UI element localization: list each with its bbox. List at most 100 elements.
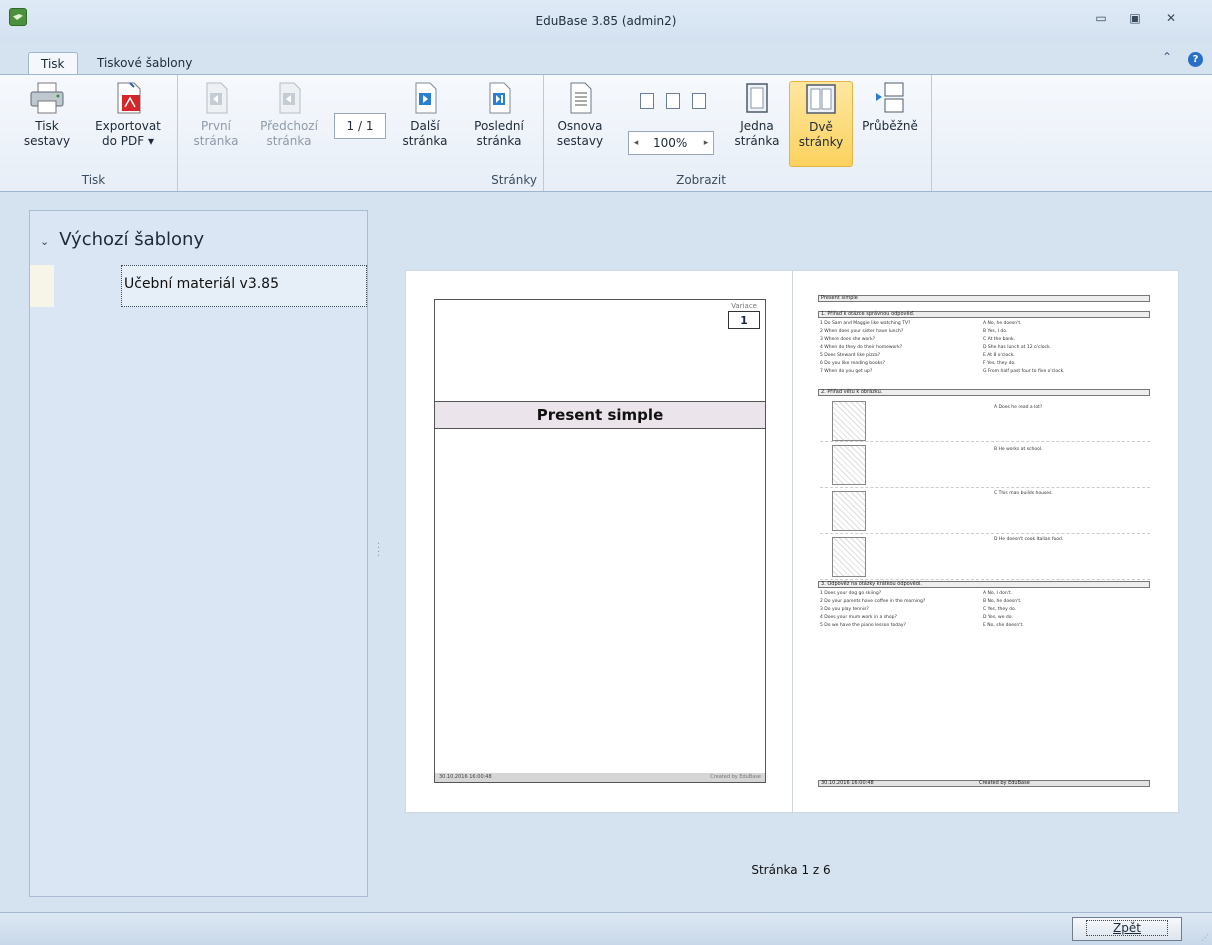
list-item: D Yes, we do. — [983, 615, 1013, 620]
first-page-label-2: stránka — [193, 134, 239, 148]
report-title: Present simple — [435, 401, 765, 429]
page-counter: Stránka 1 z 6 — [751, 863, 831, 877]
list-item: A Does he read a lot? — [994, 405, 1043, 410]
tree-group-header[interactable]: ⌄ Výchozí šablony — [40, 229, 204, 250]
print-report-label-2: sestavy — [23, 134, 71, 148]
exercise-image — [832, 491, 866, 531]
zoom-value: 100% — [653, 136, 688, 150]
previous-page-label-2: stránka — [266, 134, 312, 148]
tree-gutter — [30, 265, 54, 307]
list-item: B He works at school. — [994, 447, 1043, 452]
list-item: 1 Do Sam and Maggie like watching TV? — [820, 321, 911, 326]
export-pdf-label-1: Exportovat — [95, 119, 161, 133]
window-title: EduBase 3.85 (admin2) — [535, 14, 677, 28]
one-page-label-1: Jedna — [740, 119, 774, 133]
last-page-label-2: stránka — [476, 134, 522, 148]
tree-group-label: Výchozí šablony — [59, 229, 205, 250]
list-item: 6 Do you like reading books? — [820, 361, 886, 366]
help-icon[interactable]: ? — [1188, 52, 1203, 67]
outline-label-2: sestavy — [556, 134, 604, 148]
next-page-icon — [415, 82, 437, 114]
tab-tisk[interactable]: Tisk — [28, 52, 78, 75]
page1-footer: 30.10.2016 16:00:48 Created by EduBase — [435, 773, 765, 782]
page2-section-1: 1. Přiřaď k otázce správnou odpověď. — [818, 311, 1150, 318]
last-page-button[interactable]: Poslední stránka — [466, 81, 532, 157]
group-view: Osnova sestavy ◂ 100% ▸ Jedna stránka Dv — [544, 75, 932, 191]
group-view-label: Zobrazit — [676, 173, 726, 187]
maximize-icon[interactable]: ▣ — [1122, 8, 1148, 28]
page1-footer-date: 30.10.2016 16:00:48 — [439, 774, 492, 780]
two-pages-button[interactable]: Dvě stránky — [789, 81, 853, 167]
one-page-button[interactable]: Jedna stránka — [730, 81, 784, 157]
two-pages-label-2: stránky — [798, 135, 844, 149]
page2-footer-date: 30.10.2016 16:00:48 — [821, 780, 874, 786]
next-page-label-1: Další — [410, 119, 440, 133]
page2-footer: 30.10.2016 16:00:48 Created by EduBase — [818, 780, 1150, 787]
list-item: C At the bank. — [983, 337, 1016, 342]
continuous-label-1: Průběžně — [862, 119, 918, 133]
next-page-label-2: stránka — [402, 134, 448, 148]
zoom-page-width-icon[interactable] — [666, 93, 680, 109]
list-item: 5 Do we have the piano lesson today? — [820, 623, 906, 628]
zoom-increase-icon[interactable]: ▸ — [699, 132, 713, 154]
export-pdf-label-2: do PDF ▾ — [102, 134, 154, 148]
row-separator — [820, 441, 1150, 442]
list-item: 4 Does your mum work in a shop? — [820, 615, 897, 620]
print-report-label-1: Tisk — [35, 119, 59, 133]
list-item: E No, she doesn't. — [983, 623, 1024, 628]
group-pages-label: Stránky — [491, 173, 537, 187]
zoom-whole-page-icon[interactable] — [640, 93, 654, 109]
report-outline-button[interactable]: Osnova sestavy — [554, 81, 606, 157]
previous-page-label-1: Předchozí — [260, 119, 318, 133]
print-report-button[interactable]: Tisk sestavy — [18, 81, 76, 157]
minimize-icon[interactable]: ▭ — [1088, 8, 1114, 28]
chevron-down-icon[interactable]: ⌄ — [40, 235, 49, 248]
list-item: F Yes, they do. — [983, 361, 1016, 366]
panel-splitter-handle[interactable]: · · · · — [377, 540, 380, 562]
close-icon[interactable]: ✕ — [1158, 8, 1184, 28]
list-item: B No, he doesn't. — [983, 599, 1022, 604]
ribbon: Tisk sestavy Exportovat do PDF ▾ Tisk Pr… — [0, 74, 1212, 192]
group-print-label: Tisk — [81, 173, 106, 187]
previous-page-button[interactable]: Předchozí stránka — [254, 81, 324, 157]
back-button[interactable]: Zpět — [1072, 917, 1182, 941]
page-divider — [792, 271, 793, 814]
resize-grip-icon[interactable]: ⋰ — [1201, 933, 1209, 942]
tab-tiskove-sablony[interactable]: Tiskové šablony — [85, 52, 204, 75]
page2-section-3: 3. Odpověz na otázky krátkou odpovědí. — [818, 581, 1150, 588]
continuous-button[interactable]: Průběžně — [856, 81, 924, 157]
list-item: D She has lunch at 12 o'clock. — [983, 345, 1051, 350]
zoom-stepper[interactable]: ◂ 100% ▸ — [628, 131, 714, 155]
list-item: 3 Do you play tennis? — [820, 607, 869, 612]
collapse-ribbon-icon[interactable]: ⌃ — [1162, 50, 1172, 64]
continuous-scroll-icon — [876, 82, 904, 113]
variant-label: Variace — [731, 302, 757, 310]
exercise-image — [832, 537, 866, 577]
page2-footer-credit: Created by EduBase — [979, 780, 1030, 786]
next-page-button[interactable]: Další stránka — [400, 81, 450, 157]
list-item: 1 Does your dog go skiing? — [820, 591, 882, 596]
group-pages: První stránka Předchozí stránka 1 / 1 Da… — [178, 75, 544, 191]
zoom-100-icon[interactable] — [692, 93, 706, 109]
page-indicator-input[interactable]: 1 / 1 — [334, 113, 386, 139]
tree-item-template[interactable]: Učební materiál v3.85 — [121, 265, 367, 307]
list-item: E At 8 o'clock. — [983, 353, 1015, 358]
list-item: 3 Where does she work? — [820, 337, 876, 342]
bottom-bar: Zpět ⋰ — [0, 912, 1212, 945]
one-page-label-2: stránka — [734, 134, 780, 148]
list-item: 2 Do your parents have coffee in the mor… — [820, 599, 926, 604]
list-item: D He doesn't cook Italian food. — [994, 537, 1064, 542]
list-item: A No, I don't. — [983, 591, 1013, 596]
page1-footer-credit: Created by EduBase — [710, 774, 761, 780]
list-item: 2 When does your sister have lunch? — [820, 329, 904, 334]
list-item: A No, he doesn't. — [983, 321, 1022, 326]
pdf-icon — [117, 82, 141, 114]
export-pdf-button[interactable]: Exportovat do PDF ▾ — [86, 81, 170, 157]
report-preview[interactable]: Variace 1 Present simple 30.10.2016 16:0… — [405, 270, 1179, 814]
first-page-button[interactable]: První stránka — [192, 81, 240, 157]
zoom-decrease-icon[interactable]: ◂ — [629, 132, 643, 154]
row-separator — [820, 487, 1150, 488]
two-pages-icon — [806, 84, 836, 114]
list-item: B Yes, I do. — [983, 329, 1008, 334]
page2-header: Present simple — [818, 295, 1150, 302]
